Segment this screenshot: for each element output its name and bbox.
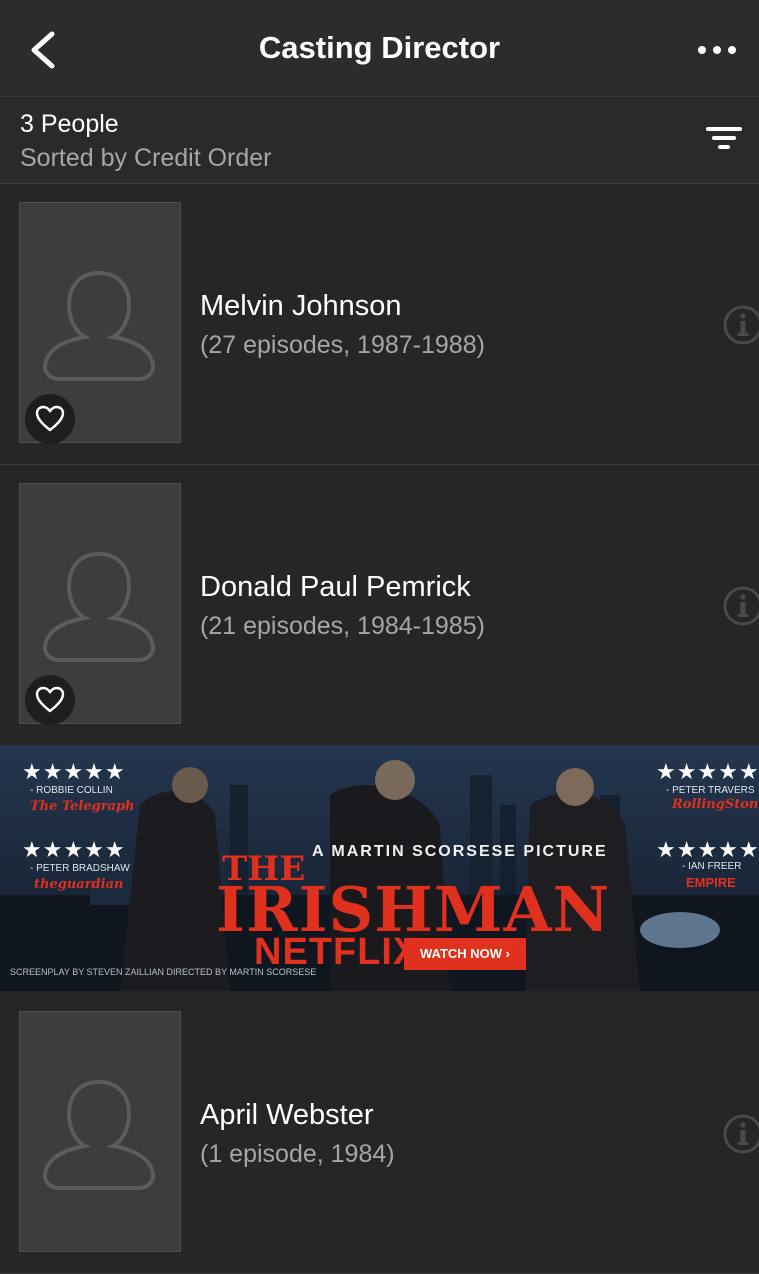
more-options-button[interactable] (696, 38, 740, 62)
critic-outlet: EMPIRE (686, 875, 736, 890)
filter-icon (706, 127, 742, 149)
rating-stars: ★★★★★ (656, 759, 759, 784)
person-name: April Webster (200, 1099, 374, 1131)
critic-outlet: The Telegraph (30, 799, 135, 814)
sort-description: Sorted by Credit Order (20, 144, 272, 172)
person-episodes: (27 episodes, 1987-1988) (200, 331, 485, 359)
list-item[interactable]: April Webster (1 episode, 1984) (0, 993, 759, 1274)
person-silhouette-icon (42, 1079, 156, 1190)
more-icon (698, 46, 736, 54)
page-title: Casting Director (258, 30, 501, 65)
person-silhouette-icon (42, 551, 156, 662)
rating-stars: ★★★★★ (22, 837, 126, 862)
favorite-button[interactable] (25, 675, 75, 725)
info-icon (723, 1114, 759, 1154)
info-button[interactable] (722, 1113, 759, 1155)
critic-name: - PETER TRAVERS (666, 785, 755, 796)
heart-icon (35, 405, 65, 432)
critic-outlet: RollingStone (672, 797, 759, 812)
rating-stars: ★★★★★ (22, 759, 126, 784)
people-count: 3 People (20, 110, 119, 138)
list-item[interactable]: Melvin Johnson (27 episodes, 1987-1988) (0, 184, 759, 465)
person-name: Donald Paul Pemrick (200, 571, 471, 603)
critic-name: - PETER BRADSHAW (30, 863, 130, 874)
info-button[interactable] (722, 585, 759, 627)
info-icon (723, 586, 759, 626)
heart-icon (35, 686, 65, 713)
critic-outlet: theguardian (34, 877, 124, 892)
rating-stars: ★★★★★ (656, 837, 759, 862)
ad-credits: SCREENPLAY BY STEVEN ZAILLIAN DIRECTED B… (10, 967, 317, 977)
list-item[interactable]: Donald Paul Pemrick (21 episodes, 1984-1… (0, 465, 759, 746)
person-episodes: (1 episode, 1984) (200, 1140, 395, 1168)
info-icon (723, 305, 759, 345)
person-name: Melvin Johnson (200, 290, 402, 322)
person-silhouette-icon (42, 270, 156, 381)
critic-name: - ROBBIE COLLIN (30, 785, 113, 796)
person-photo-placeholder (19, 1011, 181, 1252)
advertisement-banner[interactable]: ★★★★★ - ROBBIE COLLIN The Telegraph ★★★★… (0, 745, 759, 991)
critic-name: - IAN FREER (682, 861, 742, 872)
person-photo-placeholder (19, 202, 181, 444)
person-photo-placeholder (19, 483, 181, 725)
sort-filter-button[interactable] (704, 123, 744, 153)
person-episodes: (21 episodes, 1984-1985) (200, 612, 485, 640)
favorite-button[interactable] (25, 394, 75, 444)
watch-now-button[interactable]: WATCH NOW › (404, 938, 526, 970)
info-button[interactable] (722, 304, 759, 346)
navigation-bar: Casting Director (0, 0, 759, 97)
list-summary: 3 People Sorted by Credit Order (0, 97, 759, 184)
ad-tagline: A MARTIN SCORSESE PICTURE (312, 843, 608, 860)
